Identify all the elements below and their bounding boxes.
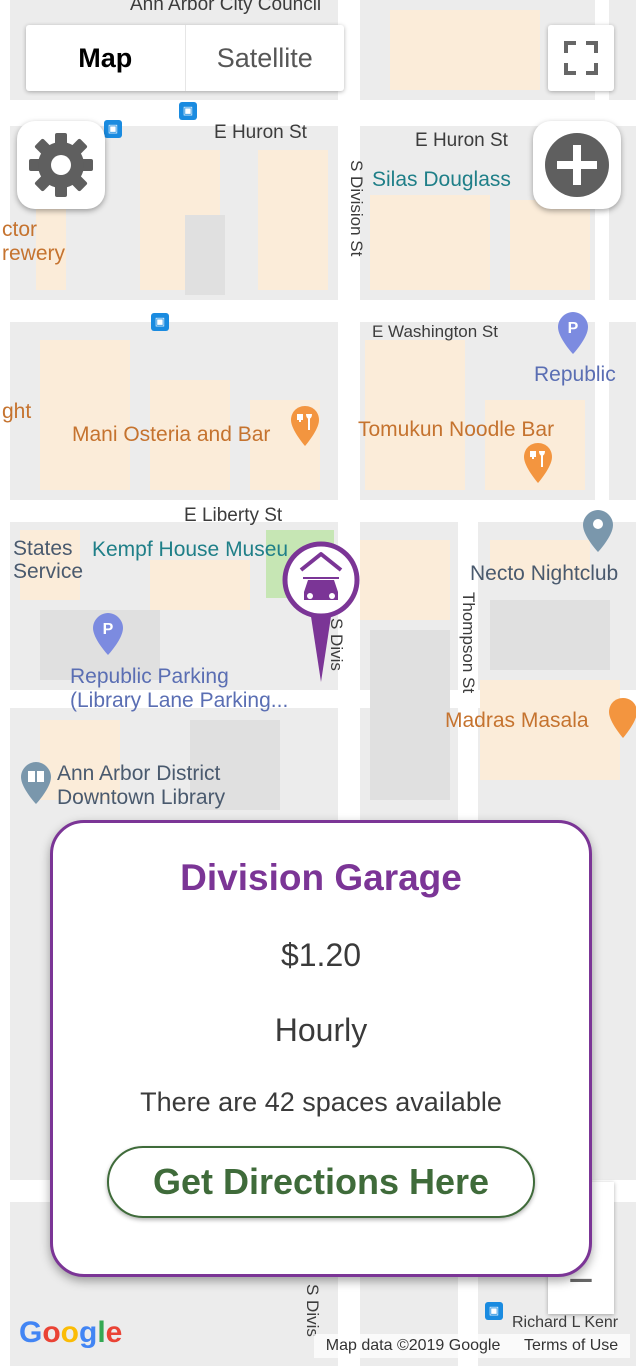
garage-info-card: Division Garage $1.20 Hourly There are 4…	[50, 820, 592, 1277]
street-label-washington: E Washington St	[372, 322, 498, 341]
street-label-huron: E Huron St	[415, 130, 508, 151]
poi-label-necto[interactable]: Necto Nightclub	[470, 562, 618, 585]
poi-label-tomukun[interactable]: Tomukun Noodle Bar	[358, 418, 554, 441]
restaurant-pin-icon[interactable]	[523, 443, 553, 483]
building	[370, 195, 490, 290]
google-logo[interactable]: Google	[19, 1316, 122, 1350]
building	[490, 600, 610, 670]
garage-rate: Hourly	[274, 1012, 368, 1048]
street-label-richard: Richard L Kenr	[512, 1314, 619, 1331]
road-liberty	[0, 500, 636, 522]
restaurant-pin-icon[interactable]	[290, 406, 320, 446]
street-label-division: S Divis	[303, 1284, 322, 1337]
street-label-division: S Division St	[347, 160, 366, 257]
poi-label-states[interactable]: Service	[13, 560, 83, 583]
poi-label-library[interactable]: Downtown Library	[57, 786, 225, 809]
plus-circle-icon	[545, 133, 609, 197]
poi-label-republic-parking[interactable]: Republic Parking	[70, 665, 229, 688]
bus-stop-icon[interactable]: ▣	[179, 102, 197, 120]
poi-label-madras[interactable]: Madras Masala	[445, 709, 589, 732]
building	[185, 215, 225, 295]
map-type-satellite-button[interactable]: Satellite	[186, 25, 345, 91]
street-label-city-council: Ann Arbor City Council	[130, 0, 322, 15]
poi-label-kempf[interactable]: Kempf House Museu	[92, 538, 288, 561]
garage-title: Division Garage	[180, 857, 462, 898]
map-type-control: Map Satellite	[26, 25, 344, 91]
parking-pin-icon[interactable]: P	[92, 613, 124, 655]
street-label-huron: E Huron St	[214, 122, 307, 143]
parking-pin-icon[interactable]: P	[557, 312, 589, 354]
garage-marker-icon[interactable]	[282, 540, 360, 685]
street-label-thompson: Thompson St	[459, 592, 478, 694]
poi-label-mani[interactable]: Mani Osteria and Bar	[72, 423, 270, 446]
garage-spaces: There are 42 spaces available	[140, 1087, 502, 1117]
poi-label-silas[interactable]: Silas Douglass	[372, 168, 511, 191]
poi-label-states[interactable]: States	[13, 537, 73, 560]
bus-stop-icon[interactable]: ▣	[485, 1302, 503, 1320]
svg-text:P: P	[103, 621, 114, 638]
building	[510, 200, 590, 290]
fullscreen-button[interactable]	[548, 25, 614, 91]
restaurant-pin-icon[interactable]	[608, 698, 636, 738]
poi-label-ght[interactable]: ght	[2, 400, 31, 423]
svg-text:P: P	[568, 320, 579, 337]
bus-stop-icon[interactable]: ▣	[104, 120, 122, 138]
road-washington	[0, 300, 636, 322]
poi-label-republic-parking[interactable]: (Library Lane Parking...	[70, 689, 288, 712]
gear-icon	[29, 133, 93, 197]
building	[150, 560, 250, 610]
get-directions-button[interactable]: Get Directions Here	[107, 1146, 535, 1218]
fullscreen-icon	[564, 41, 598, 75]
terms-of-use-link[interactable]: Terms of Use	[524, 1337, 618, 1355]
building	[365, 340, 465, 490]
settings-button[interactable]	[17, 121, 105, 209]
library-pin-icon[interactable]	[20, 762, 52, 804]
building	[390, 10, 540, 90]
map-type-map-button[interactable]: Map	[26, 25, 186, 91]
poi-label-brewery[interactable]: rewery	[2, 242, 65, 265]
location-pin-icon[interactable]	[582, 510, 614, 552]
map-footer: Map data ©2019 Google Terms of Use	[314, 1334, 630, 1358]
poi-label-library[interactable]: Ann Arbor District	[57, 762, 220, 785]
add-button[interactable]	[533, 121, 621, 209]
road-left-edge	[0, 0, 10, 1366]
building	[360, 540, 450, 620]
street-label-liberty: E Liberty St	[184, 505, 283, 526]
bus-stop-icon[interactable]: ▣	[151, 313, 169, 331]
poi-label-republic[interactable]: Republic	[534, 363, 616, 386]
garage-price: $1.20	[280, 937, 362, 973]
map-data-attribution: Map data ©2019 Google	[325, 1337, 501, 1354]
building	[40, 340, 130, 490]
poi-label-brewery[interactable]: ctor	[2, 218, 37, 241]
building	[370, 630, 450, 800]
building	[258, 150, 328, 290]
